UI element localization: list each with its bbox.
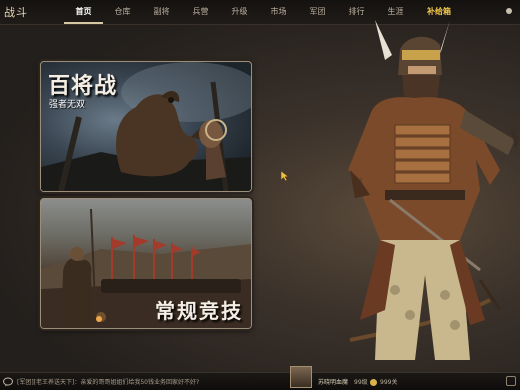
nav-item-barracks[interactable]: 兵营 <box>181 0 220 24</box>
mouse-cursor-icon <box>281 171 289 181</box>
gold-amount: 999关 <box>380 379 398 386</box>
menu-icon[interactable] <box>506 376 516 386</box>
gold-coin-icon <box>370 379 377 386</box>
bottom-status-bar: [军团][老王养送天下]：亲爱的哥哥姐姐们给我50钱业务回家好不好? <box>0 372 520 390</box>
regular-competition-title: 常规竞技 <box>155 299 243 323</box>
nav-item-market[interactable]: 市场 <box>259 0 298 24</box>
game-logo: 战斗 <box>4 6 28 19</box>
player-level: 99级 <box>354 379 368 386</box>
hundred-generals-subtitle: 强者无双 <box>49 100 86 110</box>
chat-message[interactable]: [军团][老王养送天下]：亲爱的哥哥姐姐们给我50钱业务回家好不好? <box>17 377 257 386</box>
player-name: 苏晓明血魔 <box>318 379 349 386</box>
nav-item-upgrade[interactable]: 升级 <box>220 0 259 24</box>
hundred-generals-card[interactable]: 百将战 强者无双 <box>40 61 252 192</box>
nav-item-home[interactable]: 首页 <box>64 0 103 24</box>
chat-bubble-icon[interactable] <box>3 377 13 387</box>
player-avatar[interactable] <box>290 366 312 388</box>
hundred-generals-title: 百将战 <box>48 73 118 99</box>
nav-item-lieutenant[interactable]: 副将 <box>142 0 181 24</box>
settings-icon[interactable] <box>504 6 514 16</box>
nav-item-warehouse[interactable]: 仓库 <box>103 0 142 24</box>
soldier-character <box>348 20 520 360</box>
regular-competition-card[interactable]: 常规竞技 <box>40 198 252 329</box>
